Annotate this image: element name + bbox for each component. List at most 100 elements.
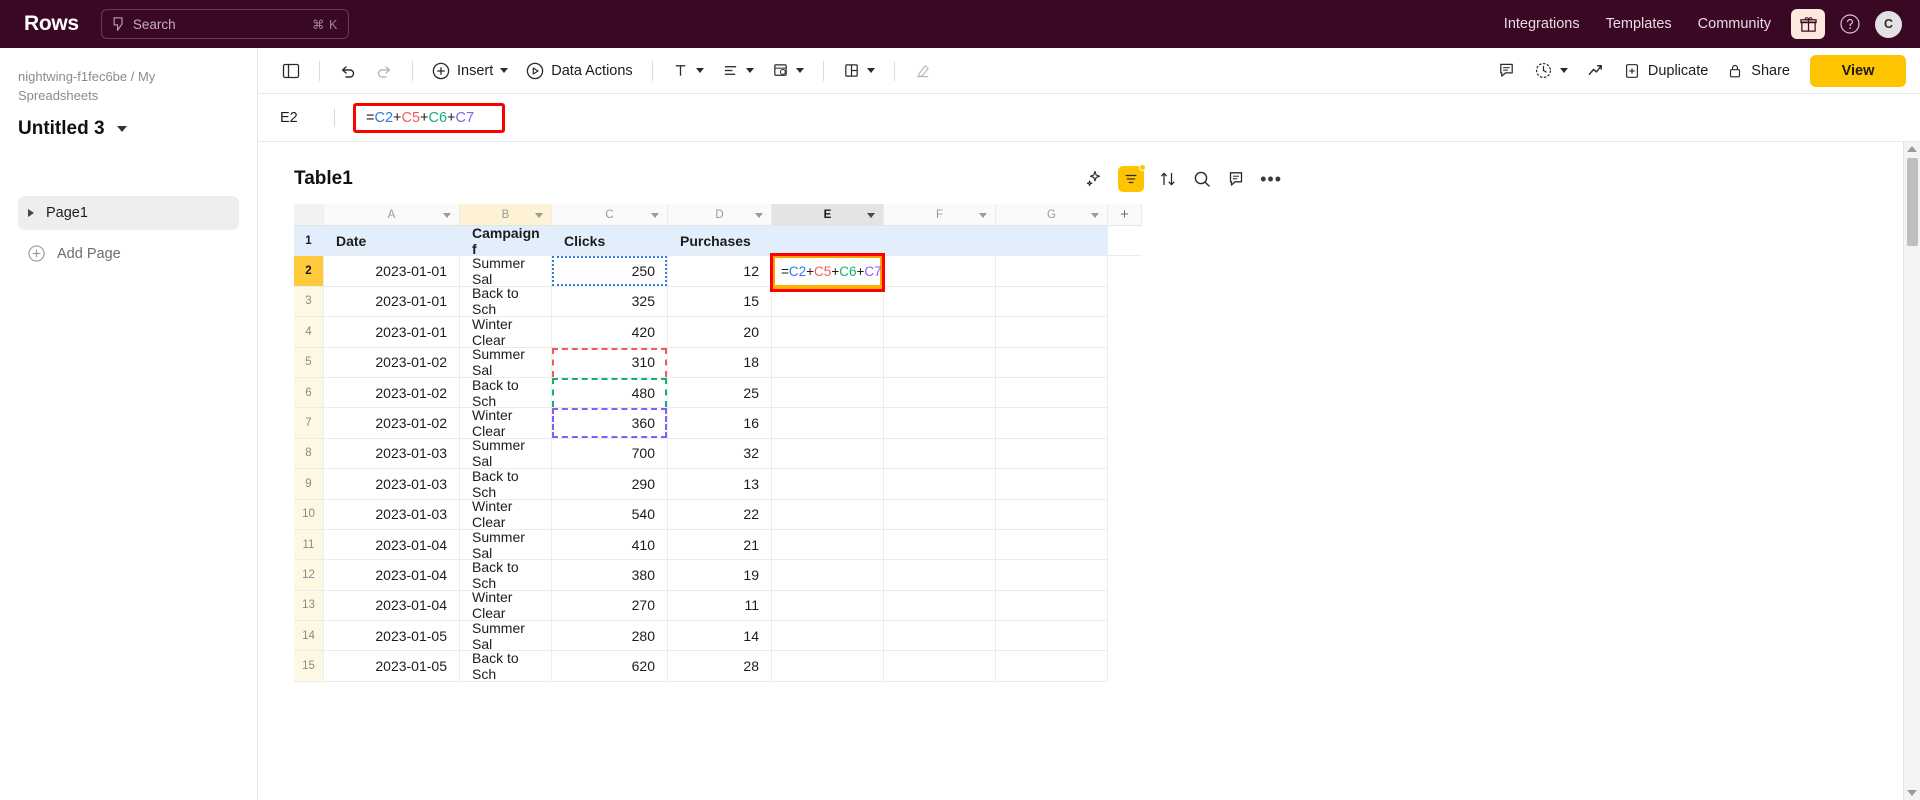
cell-date[interactable]: 2023-01-01 [324,256,460,287]
cell-g[interactable] [996,377,1108,409]
cell-e[interactable] [772,317,884,348]
cell-campaign[interactable]: Summer Sal [460,620,552,652]
row-header[interactable]: 1 [294,226,324,257]
cell-campaign[interactable]: Back to Sch [460,285,552,317]
nav-link-community[interactable]: Community [1698,16,1771,32]
cell-g[interactable] [996,438,1108,470]
cell-campaign[interactable]: Winter Clear [460,316,552,348]
chevron-down-icon[interactable] [745,68,754,73]
cell-purchases[interactable]: 32 [668,438,772,470]
cell-f[interactable] [884,256,996,287]
cell-e[interactable] [772,560,884,591]
cell-date[interactable]: 2023-01-03 [324,499,460,530]
cell-campaign[interactable]: Back to Sch [460,559,552,591]
row-header[interactable]: 13 [294,590,324,622]
cell-f[interactable] [884,469,996,500]
cell-e[interactable] [772,438,884,470]
cell-purchases[interactable]: 21 [668,529,772,561]
row-header[interactable]: 5 [294,347,324,378]
sidebar-item-page1[interactable]: Page1 [18,195,239,230]
rows-logo[interactable]: Rows [24,12,79,36]
cell-clicks[interactable]: 325 [552,286,668,318]
cell-purchases[interactable]: 13 [668,469,772,500]
chevron-down-icon[interactable] [755,212,763,218]
table-name[interactable]: Table1 [294,168,353,190]
cell-f[interactable] [884,590,996,622]
cell-g[interactable] [996,347,1108,378]
cell-e[interactable] [772,347,884,378]
cell-f[interactable] [884,529,996,561]
cell-e[interactable] [772,377,884,409]
cell-purchases[interactable]: 22 [668,499,772,530]
user-avatar[interactable]: C [1875,10,1902,38]
cell-purchases[interactable]: 28 [668,651,772,682]
gift-button[interactable] [1791,9,1825,39]
cell-clicks[interactable]: 540 [552,499,668,530]
align-button[interactable] [714,56,762,86]
scroll-up-arrow-icon[interactable] [1907,146,1917,152]
cell-clicks[interactable]: 310 [552,347,668,378]
share-button[interactable]: Share [1718,56,1798,86]
redo-button[interactable] [367,56,401,86]
cell-date[interactable]: 2023-01-03 [324,438,460,470]
cell-date[interactable]: 2023-01-05 [324,621,460,652]
row-header[interactable]: 15 [294,651,324,682]
cell-g[interactable] [996,529,1108,561]
scroll-down-arrow-icon[interactable] [1907,790,1917,796]
column-header-e[interactable]: E [772,204,884,226]
chevron-down-icon[interactable] [443,212,451,218]
comment-icon[interactable] [1226,169,1246,189]
cell-date[interactable]: 2023-01-01 [324,286,460,318]
cell-f[interactable] [884,621,996,652]
cell-g[interactable] [996,560,1108,591]
cell-clicks[interactable]: 290 [552,469,668,500]
grid-corner-cell[interactable] [294,204,324,226]
cell-g[interactable] [996,621,1108,652]
cell-e[interactable] [772,651,884,682]
column-header-f[interactable]: F [884,204,996,226]
clear-format-button[interactable] [906,56,939,86]
cell-f[interactable] [884,560,996,591]
cell-clicks[interactable]: 480 [552,377,668,409]
cell-purchases[interactable]: 16 [668,408,772,439]
add-page-button[interactable]: Add Page [18,238,239,270]
cell-purchases[interactable]: 19 [668,560,772,591]
cell-date[interactable]: 2023-01-01 [324,317,460,348]
column-header-g[interactable]: G [996,204,1108,226]
row-header[interactable]: 9 [294,469,324,500]
row-header[interactable]: 14 [294,621,324,652]
cell-date[interactable]: 2023-01-04 [324,560,460,591]
cell-editor[interactable]: = C2 + C5 + C6 + C7 [770,253,885,292]
cell-e[interactable] [772,408,884,439]
cell-purchases[interactable]: 20 [668,317,772,348]
column-header-c[interactable]: C [552,204,668,226]
chevron-down-icon[interactable] [1559,68,1568,73]
chevron-down-icon[interactable] [500,68,509,73]
chevron-right-icon[interactable] [28,208,34,217]
document-title-row[interactable]: Untitled 3 [18,118,239,140]
cell-campaign[interactable]: Back to Sch [460,468,552,500]
cell-f[interactable] [884,408,996,439]
cell-clicks[interactable]: 250 [552,256,668,287]
sort-icon[interactable] [1158,169,1178,189]
cell-clicks[interactable]: 280 [552,621,668,652]
cell-campaign[interactable]: Summer Sal [460,346,552,378]
cell-clicks[interactable]: 700 [552,438,668,470]
cell-purchases[interactable]: 18 [668,347,772,378]
cell-campaign[interactable]: Summer Sal [460,255,552,287]
cell-date[interactable]: 2023-01-04 [324,529,460,561]
row-header[interactable]: 10 [294,499,324,530]
cell-f[interactable] [884,286,996,318]
column-header-d[interactable]: D [668,204,772,226]
breadcrumb[interactable]: nightwing-f1fec6be / My Spreadsheets [18,68,239,106]
text-format-button[interactable] [664,56,712,86]
cell-f[interactable] [884,651,996,682]
cell-format-button[interactable] [764,56,812,86]
comments-button[interactable] [1489,56,1524,86]
chevron-down-icon[interactable] [651,212,659,218]
insights-button[interactable] [1578,56,1613,86]
cell-purchases[interactable]: 12 [668,256,772,287]
chevron-down-icon[interactable] [1091,212,1099,218]
view-button[interactable]: View [1810,54,1906,87]
cell-e[interactable] [772,469,884,500]
